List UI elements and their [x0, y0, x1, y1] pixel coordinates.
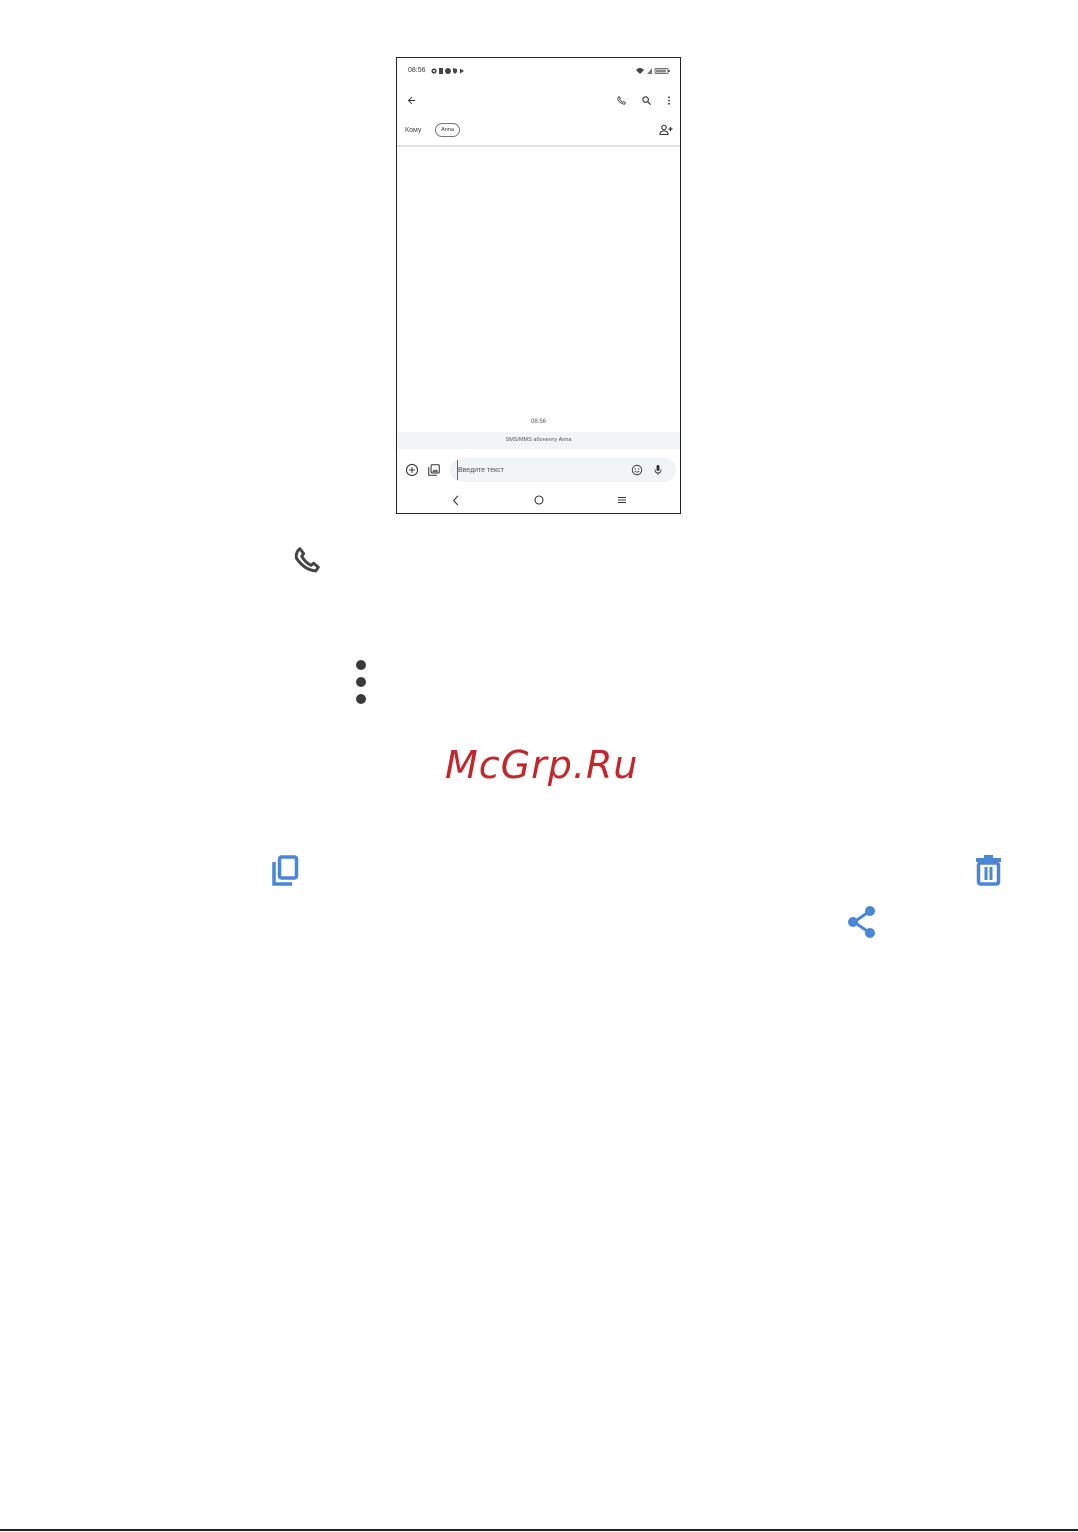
watermark: McGrp.Ru: [445, 743, 639, 787]
back-chevron-icon[interactable]: [452, 495, 460, 506]
battery-icon: [654, 68, 670, 74]
message-input[interactable]: [457, 460, 618, 480]
account-circle-icon: [445, 68, 451, 74]
recipient-divider: [397, 145, 680, 147]
copy-icon: [272, 855, 299, 886]
emoji-icon[interactable]: [631, 464, 643, 476]
play-icon: [460, 68, 464, 74]
sd-card-icon: [439, 68, 443, 74]
recipient-row: Кому Anna: [397, 118, 680, 144]
sms-recipient-banner: SMS/MMS абоненту Anna: [397, 432, 680, 449]
menu-icon[interactable]: [617, 496, 627, 504]
message-composer: [397, 457, 680, 485]
status-right-icons: [636, 68, 670, 74]
status-time: 08:56: [408, 67, 426, 74]
add-person-icon[interactable]: [659, 124, 673, 136]
page-bottom-rule: [0, 1529, 1078, 1531]
back-arrow-icon[interactable]: [406, 95, 417, 106]
message-input-container: [450, 458, 676, 482]
more-vert-icon[interactable]: [665, 95, 673, 106]
wifi-icon: [636, 68, 644, 74]
shield-icon: [453, 68, 457, 74]
gear-icon: [431, 68, 437, 74]
search-icon[interactable]: [641, 95, 652, 106]
mic-icon[interactable]: [653, 464, 663, 476]
gallery-icon[interactable]: [427, 463, 441, 477]
system-nav-bar: [397, 490, 680, 512]
to-label: Кому: [405, 127, 422, 134]
status-bar: 08:56: [397, 58, 680, 84]
add-circle-icon[interactable]: [405, 463, 419, 477]
more-vert-icon: [356, 660, 366, 704]
phone-screenshot: 08:56 Кому Anna 08:56 SMS/MMS абоненту A…: [396, 57, 681, 514]
app-toolbar: [397, 88, 680, 114]
signal-icon: [647, 68, 652, 74]
phone-icon: [294, 547, 320, 573]
message-timestamp: 08:56: [530, 419, 546, 425]
delete-icon: [976, 855, 1001, 886]
home-circle-icon[interactable]: [534, 495, 544, 505]
phone-icon[interactable]: [616, 95, 627, 106]
recipient-chip[interactable]: Anna: [435, 123, 460, 137]
share-icon: [848, 906, 875, 938]
status-left-icons: [431, 68, 464, 74]
